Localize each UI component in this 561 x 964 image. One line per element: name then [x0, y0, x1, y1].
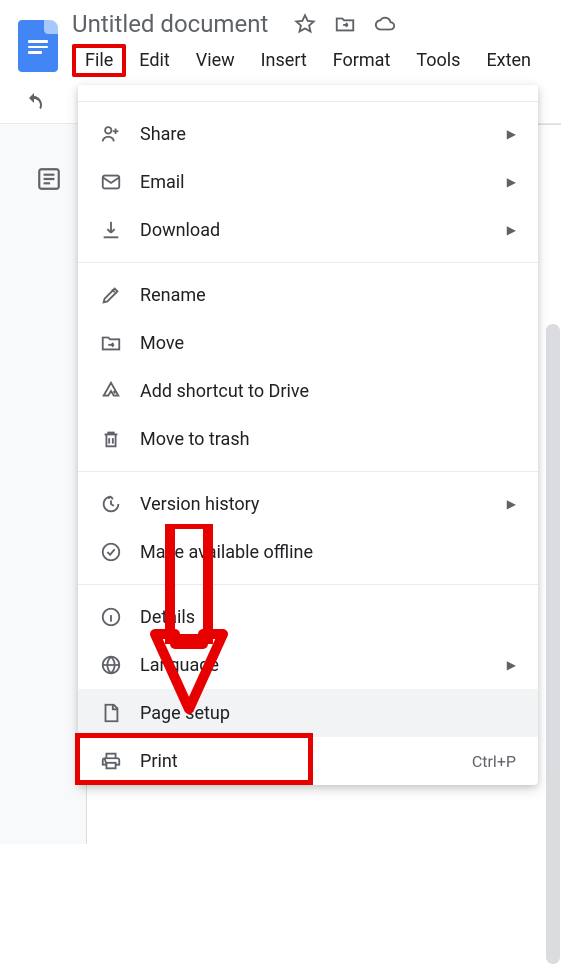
submenu-arrow-icon: ▶	[507, 223, 516, 237]
docs-logo[interactable]	[18, 20, 58, 72]
history-icon	[100, 493, 122, 515]
divider	[78, 101, 538, 102]
menu-label: Download	[140, 220, 507, 241]
menu-view[interactable]: View	[183, 44, 248, 77]
menu-item-add-shortcut[interactable]: Add shortcut to Drive	[78, 367, 538, 415]
menu-label: Version history	[140, 494, 507, 515]
menu-label: Print	[140, 751, 472, 772]
menu-format[interactable]: Format	[320, 44, 404, 77]
cloud-status-icon[interactable]	[374, 13, 396, 35]
menu-item-email[interactable]: Email ▶	[78, 158, 538, 206]
globe-icon	[100, 654, 122, 676]
menu-label: Move	[140, 333, 516, 354]
move-icon	[100, 332, 122, 354]
submenu-arrow-icon: ▶	[507, 127, 516, 141]
menu-item-move[interactable]: Move	[78, 319, 538, 367]
submenu-arrow-icon: ▶	[507, 175, 516, 189]
menu-item-print[interactable]: Print Ctrl+P	[78, 737, 538, 785]
menu-item-version-history[interactable]: Version history ▶	[78, 480, 538, 528]
menu-edit[interactable]: Edit	[126, 44, 182, 77]
page-setup-icon	[100, 702, 122, 724]
email-icon	[100, 171, 122, 193]
print-icon	[100, 750, 122, 772]
menu-label: Page setup	[140, 703, 516, 724]
share-icon	[100, 123, 122, 145]
menu-item-details[interactable]: Details	[78, 593, 538, 641]
drive-shortcut-icon	[100, 380, 122, 402]
menu-item-make-offline[interactable]: Make available offline	[78, 528, 538, 576]
submenu-arrow-icon: ▶	[507, 497, 516, 511]
menu-insert[interactable]: Insert	[248, 44, 320, 77]
menu-label: Move to trash	[140, 429, 516, 450]
menu-label: Add shortcut to Drive	[140, 381, 516, 402]
menu-bar: File Edit View Insert Format Tools Exten	[72, 44, 561, 77]
menu-item-rename[interactable]: Rename	[78, 271, 538, 319]
rename-icon	[100, 284, 122, 306]
download-icon	[100, 219, 122, 241]
menu-tools[interactable]: Tools	[403, 44, 473, 77]
menu-label: Email	[140, 172, 507, 193]
menu-file[interactable]: File	[72, 44, 126, 77]
menu-item-share[interactable]: Share ▶	[78, 110, 538, 158]
trash-icon	[100, 428, 122, 450]
menu-item-page-setup[interactable]: Page setup	[78, 689, 538, 737]
offline-icon	[100, 541, 122, 563]
menu-extensions[interactable]: Exten	[473, 44, 544, 77]
divider	[78, 584, 538, 585]
submenu-arrow-icon: ▶	[507, 658, 516, 672]
scrollbar[interactable]	[546, 324, 560, 964]
divider	[78, 471, 538, 472]
info-icon	[100, 606, 122, 628]
menu-item-download[interactable]: Download ▶	[78, 206, 538, 254]
menu-item-makecopy[interactable]	[78, 85, 538, 93]
menu-label: Rename	[140, 285, 516, 306]
menu-label: Make available offline	[140, 542, 516, 563]
move-to-folder-icon[interactable]	[334, 13, 356, 35]
menu-label: Share	[140, 124, 507, 145]
shortcut-text: Ctrl+P	[472, 752, 516, 771]
menu-label: Details	[140, 607, 516, 628]
menu-item-language[interactable]: Language ▶	[78, 641, 538, 689]
divider	[78, 262, 538, 263]
menu-label: Language	[140, 655, 507, 676]
menu-item-move-to-trash[interactable]: Move to trash	[78, 415, 538, 463]
outline-icon[interactable]	[36, 166, 62, 192]
undo-icon[interactable]	[22, 91, 46, 115]
document-title[interactable]: Untitled document	[72, 10, 268, 38]
file-dropdown-menu: Share ▶ Email ▶ Download ▶ Rename Move A…	[78, 85, 538, 785]
star-icon[interactable]	[294, 13, 316, 35]
